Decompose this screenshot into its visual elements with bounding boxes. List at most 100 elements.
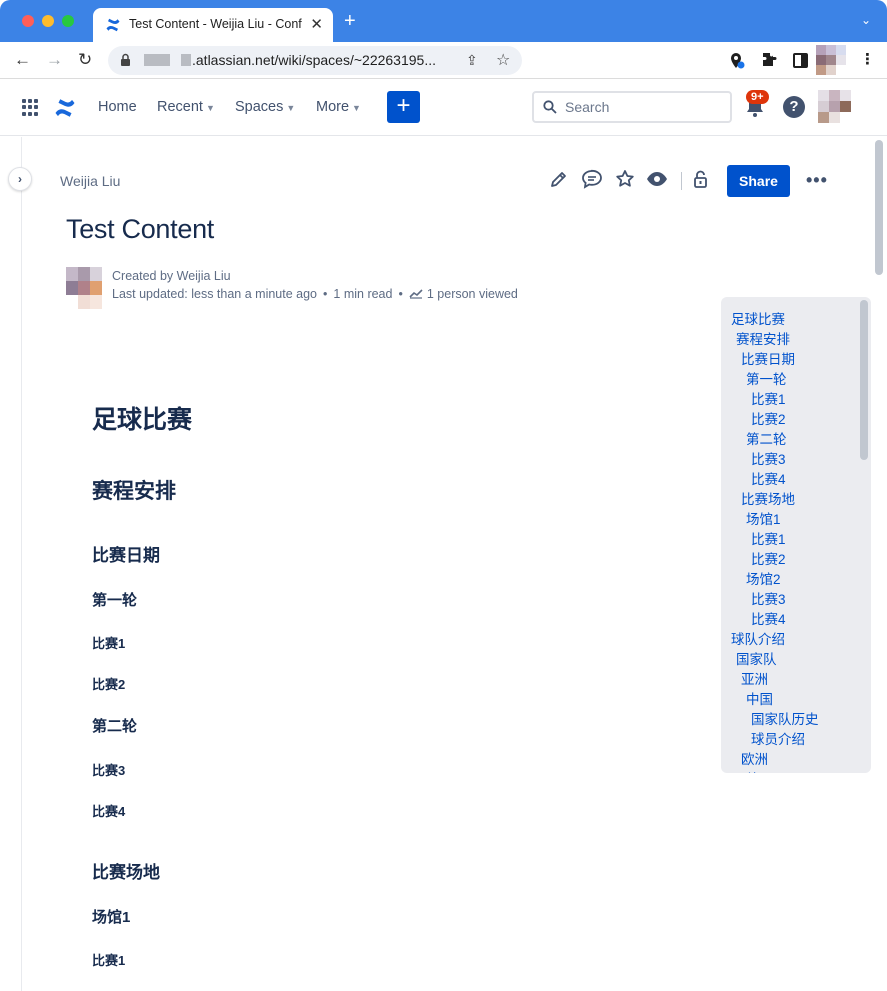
maximize-window-button[interactable] bbox=[62, 15, 74, 27]
read-time-text: 1 min read bbox=[333, 287, 393, 301]
toc-item[interactable]: 亚洲 bbox=[741, 668, 768, 688]
toc-item[interactable]: 第一轮 bbox=[746, 368, 787, 388]
notifications-badge: 9+ bbox=[746, 90, 769, 104]
toc-item[interactable]: 足球比赛 bbox=[731, 308, 785, 328]
toc-item[interactable]: 球员介绍 bbox=[751, 728, 805, 748]
share-page-icon[interactable]: ⇪ bbox=[466, 52, 478, 69]
nav-spaces[interactable]: Spaces ▼ bbox=[235, 99, 295, 115]
sidebar-rail bbox=[0, 137, 22, 991]
heading-3: 比赛场地 bbox=[92, 863, 160, 882]
redacted-domain-block bbox=[181, 54, 191, 66]
toc-item[interactable]: 场馆2 bbox=[746, 568, 781, 588]
toc-item[interactable]: 比赛3 bbox=[751, 448, 786, 468]
toc-item[interactable]: 比赛2 bbox=[751, 548, 786, 568]
heading-1: 足球比赛 bbox=[92, 406, 193, 434]
browser-menu-icon[interactable]: ⋮ bbox=[860, 50, 875, 68]
chevron-down-icon: ▼ bbox=[352, 103, 361, 113]
nav-home[interactable]: Home bbox=[98, 99, 137, 115]
nav-more-label: More bbox=[316, 99, 350, 115]
lock-icon bbox=[121, 53, 130, 66]
toc-item[interactable]: 第二轮 bbox=[746, 428, 787, 448]
more-actions-icon[interactable]: ••• bbox=[806, 170, 828, 191]
toc-item[interactable]: 球队介绍 bbox=[731, 628, 785, 648]
reload-icon[interactable]: ↻ bbox=[78, 50, 92, 70]
browser-window: Test Content - Weijia Liu - Conf ✕ + ⌄ ←… bbox=[0, 0, 887, 991]
back-arrow-icon[interactable]: ← bbox=[14, 50, 31, 70]
toc-item[interactable]: 比赛4 bbox=[751, 608, 786, 628]
heading-4: 第二轮 bbox=[92, 718, 138, 735]
comment-icon[interactable] bbox=[581, 169, 603, 189]
app-switcher-icon[interactable] bbox=[22, 99, 39, 116]
chevron-down-icon: ▼ bbox=[286, 103, 296, 113]
share-button[interactable]: Share bbox=[727, 165, 790, 197]
toc-item[interactable]: 比赛场地 bbox=[741, 488, 795, 508]
analytics-chart-icon bbox=[409, 289, 423, 299]
heading-5: 比赛4 bbox=[92, 804, 126, 819]
nav-spaces-label: Spaces bbox=[235, 99, 284, 115]
browser-profile-avatar[interactable] bbox=[816, 45, 846, 75]
restrictions-unlock-icon[interactable] bbox=[692, 169, 712, 189]
bookmark-star-icon[interactable]: ☆ bbox=[496, 50, 510, 70]
nav-recent[interactable]: Recent ▼ bbox=[157, 99, 215, 115]
created-by-text[interactable]: Created by Weijia Liu bbox=[112, 269, 231, 283]
toolbar-divider bbox=[681, 172, 682, 190]
nav-recent-label: Recent bbox=[157, 99, 203, 115]
heading-4: 场馆1 bbox=[92, 909, 131, 926]
expand-sidebar-chevron-icon[interactable]: › bbox=[8, 167, 32, 191]
toc-item[interactable]: 国家队历史 bbox=[751, 708, 819, 728]
heading-2: 赛程安排 bbox=[92, 480, 176, 503]
help-icon[interactable]: ? bbox=[783, 96, 805, 118]
toc-item[interactable]: 比赛日期 bbox=[741, 348, 795, 368]
search-icon bbox=[543, 100, 557, 114]
heading-5: 比赛3 bbox=[92, 763, 126, 778]
confluence-top-nav: Home Recent ▼ Spaces ▼ More ▼ + Search 9+ ? bbox=[0, 80, 887, 136]
side-panel-icon[interactable] bbox=[793, 53, 808, 68]
location-extension-icon[interactable] bbox=[728, 52, 746, 70]
toc-item[interactable]: 比赛1 bbox=[751, 528, 786, 548]
close-window-button[interactable] bbox=[22, 15, 34, 27]
confluence-favicon-icon bbox=[106, 18, 120, 32]
toc-item[interactable]: 比赛3 bbox=[751, 588, 786, 608]
user-avatar[interactable] bbox=[818, 90, 858, 126]
forward-arrow-icon[interactable]: → bbox=[46, 50, 63, 70]
toc-item[interactable]: 国家队 bbox=[736, 648, 777, 668]
nav-more[interactable]: More ▼ bbox=[316, 99, 361, 115]
browser-toolbar: ← → ↻ .atlassian.net/wiki/spaces/~222631… bbox=[0, 42, 887, 79]
browser-tab[interactable]: Test Content - Weijia Liu - Conf ✕ bbox=[93, 8, 333, 42]
page-scrollbar[interactable] bbox=[875, 140, 883, 275]
toc-item[interactable]: 比赛1 bbox=[751, 388, 786, 408]
toc-item[interactable]: 中国 bbox=[746, 688, 773, 708]
browser-tab-bar: Test Content - Weijia Liu - Conf ✕ + ⌄ bbox=[0, 0, 887, 42]
extensions-puzzle-icon[interactable] bbox=[761, 52, 777, 68]
address-bar[interactable]: .atlassian.net/wiki/spaces/~22263195... … bbox=[108, 46, 522, 75]
create-button[interactable]: + bbox=[387, 91, 420, 123]
chevron-down-icon: ▼ bbox=[205, 103, 215, 113]
confluence-logo-icon[interactable] bbox=[54, 97, 76, 119]
heading-5: 比赛1 bbox=[92, 636, 126, 651]
page-title: Test Content bbox=[66, 214, 214, 244]
toc-item[interactable]: 赛程安排 bbox=[736, 328, 790, 348]
search-input[interactable]: Search bbox=[532, 91, 732, 123]
tab-search-chevron-icon[interactable]: ⌄ bbox=[861, 13, 871, 27]
minimize-window-button[interactable] bbox=[42, 15, 54, 27]
views-text[interactable]: 1 person viewed bbox=[427, 287, 518, 301]
breadcrumb[interactable]: Weijia Liu bbox=[60, 173, 120, 189]
new-tab-icon[interactable]: + bbox=[344, 11, 356, 31]
watch-eye-icon[interactable] bbox=[646, 169, 668, 189]
last-updated-text[interactable]: Last updated: less than a minute ago bbox=[112, 287, 317, 301]
toc-item[interactable]: 比赛2 bbox=[751, 408, 786, 428]
toc-item[interactable]: 场馆1 bbox=[746, 508, 781, 528]
toc-scrollbar[interactable] bbox=[860, 300, 868, 460]
star-icon[interactable] bbox=[615, 169, 635, 189]
redacted-domain-block bbox=[144, 54, 170, 66]
toc-item[interactable]: 欧洲 bbox=[741, 748, 768, 768]
table-of-contents: 足球比赛 赛程安排 比赛日期 第一轮 比赛1 比赛2 第二轮 比赛3 比赛4 比… bbox=[721, 297, 871, 773]
edit-pencil-icon[interactable] bbox=[549, 169, 569, 189]
close-tab-icon[interactable]: ✕ bbox=[310, 15, 323, 33]
toc-item[interactable]: 比赛4 bbox=[751, 468, 786, 488]
heading-3: 比赛日期 bbox=[92, 546, 160, 565]
toc-item[interactable]: 德国 bbox=[746, 768, 773, 773]
author-avatar[interactable] bbox=[66, 267, 106, 309]
page-metadata: Last updated: less than a minute ago • 1 m… bbox=[112, 287, 518, 301]
url-text: .atlassian.net/wiki/spaces/~22263195... bbox=[192, 52, 436, 68]
